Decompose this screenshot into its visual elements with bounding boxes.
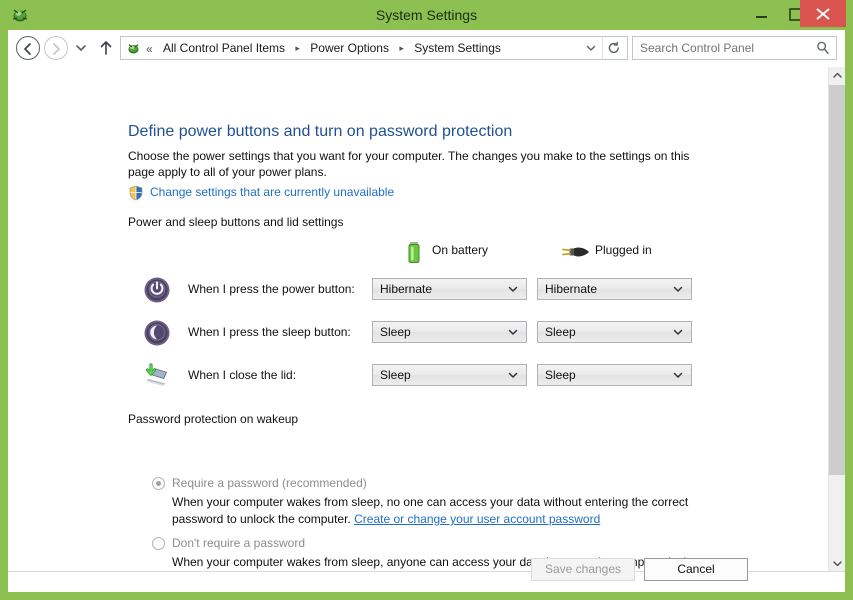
radio-button[interactable]: [152, 537, 165, 550]
power-button-plugged-in-dropdown[interactable]: Hibernate: [537, 278, 692, 300]
breadcrumb: All Control Panel Items ▸ Power Options …: [161, 37, 503, 59]
back-button[interactable]: [16, 36, 40, 60]
address-control-panel-icon: [125, 40, 142, 57]
save-changes-button[interactable]: Save changes: [531, 558, 635, 581]
lid-row-label: When I close the lid:: [188, 368, 297, 382]
laptop-lid-icon: [143, 362, 171, 390]
power-button-on-battery-dropdown[interactable]: Hibernate: [372, 278, 527, 300]
dropdown-value: Sleep: [380, 325, 411, 339]
window-title: System Settings: [375, 7, 478, 23]
power-section-label: Power and sleep buttons and lid settings: [128, 215, 352, 230]
uac-shield-icon: [128, 185, 144, 201]
breadcrumb-separator-icon[interactable]: ▸: [290, 37, 305, 59]
chevron-down-icon[interactable]: [506, 279, 520, 299]
dropdown-value: Sleep: [545, 368, 576, 382]
up-button[interactable]: [96, 38, 116, 58]
breadcrumb-item-2[interactable]: System Settings: [412, 41, 503, 55]
scrollbar-track[interactable]: [829, 475, 845, 555]
refresh-icon[interactable]: [602, 37, 625, 59]
battery-icon: [402, 239, 426, 267]
lid-on-battery-dropdown[interactable]: Sleep: [372, 364, 527, 386]
search-icon[interactable]: [815, 40, 831, 56]
scroll-up-button[interactable]: [829, 67, 845, 84]
sleep-button-on-battery-dropdown[interactable]: Sleep: [372, 321, 527, 343]
password-section-label: Password protection on wakeup: [128, 412, 307, 427]
radio-button[interactable]: [152, 477, 165, 490]
system-settings-window: System Settings « All Control Panel Item…: [0, 0, 853, 600]
breadcrumb-overflow[interactable]: «: [146, 41, 153, 57]
chevron-down-icon[interactable]: [671, 279, 685, 299]
change-settings-link[interactable]: Change settings that are currently unava…: [150, 184, 394, 201]
page-description: Choose the power settings that you want …: [128, 149, 690, 179]
power-plug-icon: [561, 242, 591, 264]
sleep-button-row-label: When I press the sleep button:: [188, 325, 351, 339]
scrollbar-thumb[interactable]: [829, 85, 845, 475]
chevron-down-icon[interactable]: [671, 322, 685, 342]
minimize-button[interactable]: [739, 0, 784, 28]
radio-label: Don't require a password: [172, 536, 306, 550]
power-section-header: Power and sleep buttons and lid settings: [128, 215, 706, 231]
breadcrumb-item-0[interactable]: All Control Panel Items: [161, 41, 287, 55]
plugged-in-label: Plugged in: [595, 243, 652, 257]
title-bar: System Settings: [0, 0, 853, 30]
vertical-scrollbar[interactable]: [828, 67, 845, 572]
lid-plugged-in-dropdown[interactable]: Sleep: [537, 364, 692, 386]
settings-content-pane: Define power buttons and turn on passwor…: [8, 67, 828, 572]
chevron-down-icon[interactable]: [506, 365, 520, 385]
dropdown-value: Hibernate: [380, 282, 433, 296]
setting-row: When I press the power button: Hibernate…: [143, 276, 713, 308]
on-battery-label: On battery: [432, 243, 489, 257]
breadcrumb-separator-icon[interactable]: ▸: [394, 37, 409, 59]
search-box[interactable]: [632, 36, 837, 60]
power-button-row-label: When I press the power button:: [188, 282, 355, 296]
setting-row: When I press the sleep button: Sleep Sle…: [143, 319, 713, 351]
cancel-button[interactable]: Cancel: [644, 558, 748, 581]
chevron-down-icon[interactable]: [671, 365, 685, 385]
dropdown-value: Sleep: [380, 368, 411, 382]
page-title: Define power buttons and turn on passwor…: [128, 123, 513, 140]
chevron-down-icon[interactable]: [581, 37, 601, 59]
dropdown-value: Sleep: [545, 325, 576, 339]
recent-pages-chevron-icon[interactable]: [72, 39, 90, 57]
footer-button-bar: Save changes Cancel: [8, 558, 845, 592]
power-button-icon: [143, 276, 171, 304]
chevron-down-icon[interactable]: [506, 322, 520, 342]
create-change-password-link[interactable]: Create or change your user account passw…: [354, 512, 600, 526]
radio-label: Require a password (recommended): [172, 476, 367, 490]
close-button[interactable]: [800, 0, 846, 27]
search-input[interactable]: [640, 37, 805, 59]
forward-button[interactable]: [44, 36, 68, 60]
sleep-button-plugged-in-dropdown[interactable]: Sleep: [537, 321, 692, 343]
navigation-bar: « All Control Panel Items ▸ Power Option…: [8, 30, 845, 66]
radio-description: When your computer wakes from sleep, no …: [172, 494, 702, 528]
scroll-down-button[interactable]: [829, 555, 845, 572]
password-section-header: Password protection on wakeup: [128, 412, 706, 428]
address-bar[interactable]: « All Control Panel Items ▸ Power Option…: [120, 36, 628, 60]
breadcrumb-item-1[interactable]: Power Options: [308, 41, 391, 55]
setting-row: When I close the lid: Sleep Sleep: [143, 362, 713, 394]
dropdown-value: Hibernate: [545, 282, 598, 296]
sleep-button-icon: [143, 319, 171, 347]
window-client-area: « All Control Panel Items ▸ Power Option…: [8, 30, 845, 592]
